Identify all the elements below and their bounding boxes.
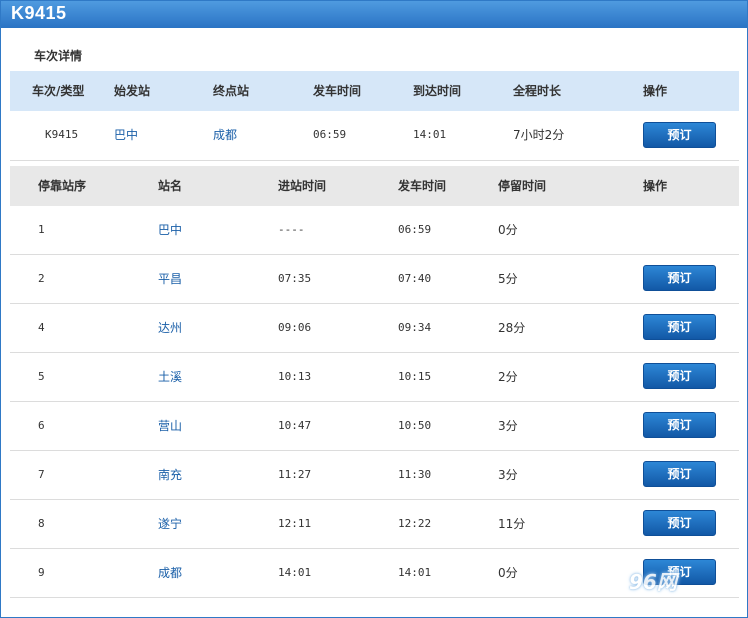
depart-time: 10:15 [398, 370, 432, 383]
station-name-link[interactable]: 成都 [158, 565, 182, 581]
header-destination: 终点站 [213, 84, 250, 98]
depart-time: 06:59 [313, 128, 347, 141]
book-button[interactable]: 预订 [643, 265, 716, 291]
row-divider [10, 303, 739, 304]
header-stop-seq: 停靠站序 [38, 179, 87, 193]
arrive-time: 14:01 [278, 566, 312, 579]
row-divider [10, 450, 739, 451]
header-arrive-time: 到达时间 [413, 84, 462, 98]
row-divider [10, 160, 739, 161]
watermark-text: 96网 [629, 570, 677, 594]
arrive-time: 09:06 [278, 321, 312, 334]
train-table-header: 车次/类型 始发站 终点站 发车时间 到达时间 全程时长 操作 [10, 71, 739, 111]
station-name-link[interactable]: 达州 [158, 320, 182, 336]
header-action: 操作 [643, 84, 668, 98]
row-divider [10, 401, 739, 402]
arrive-time: 10:13 [278, 370, 312, 383]
stop-seq: 2 [38, 272, 45, 285]
header-station: 站名 [158, 179, 183, 193]
arrive-time: 10:47 [278, 419, 312, 432]
stay-time: 2分 [498, 370, 518, 384]
stops-table-header: 停靠站序 站名 进站时间 发车时间 停留时间 操作 [10, 166, 739, 206]
row-divider [10, 548, 739, 549]
row-divider [10, 499, 739, 500]
depart-time: 12:22 [398, 517, 432, 530]
stay-time: 11分 [498, 517, 526, 531]
arrive-time: 12:11 [278, 517, 312, 530]
book-button[interactable]: 预订 [643, 412, 716, 438]
stay-time: 0分 [498, 223, 518, 237]
depart-time: 07:40 [398, 272, 432, 285]
train-number: K9415 [45, 128, 79, 141]
header-arrive-time: 进站时间 [278, 179, 327, 193]
stay-time: 28分 [498, 321, 526, 335]
header-action: 操作 [643, 179, 668, 193]
header-train-type: 车次/类型 [32, 84, 85, 98]
destination-station-link[interactable]: 成都 [213, 127, 237, 143]
station-name-link[interactable]: 巴中 [158, 222, 182, 238]
header-duration: 全程时长 [513, 84, 562, 98]
book-button[interactable]: 预订 [643, 314, 716, 340]
depart-time: 06:59 [398, 223, 432, 236]
stay-time: 3分 [498, 468, 518, 482]
station-name-link[interactable]: 平昌 [158, 271, 182, 287]
duration: 7小时2分 [513, 128, 565, 142]
book-button[interactable]: 预订 [643, 510, 716, 536]
arrive-time: ---- [278, 223, 305, 236]
stop-seq: 9 [38, 566, 45, 579]
title-bar: K9415 [1, 1, 747, 28]
stop-seq: 5 [38, 370, 45, 383]
book-button[interactable]: 预订 [643, 122, 716, 148]
row-divider [10, 352, 739, 353]
stop-seq: 7 [38, 468, 45, 481]
stop-seq: 6 [38, 419, 45, 432]
header-depart-time: 发车时间 [313, 84, 362, 98]
row-divider [10, 254, 739, 255]
depart-time: 11:30 [398, 468, 432, 481]
station-name-link[interactable]: 土溪 [158, 369, 182, 385]
stay-time: 0分 [498, 566, 518, 580]
arrive-time: 07:35 [278, 272, 312, 285]
header-origin: 始发站 [114, 84, 151, 98]
arrive-time: 14:01 [413, 128, 447, 141]
stay-time: 3分 [498, 419, 518, 433]
train-detail-window: K9415 车次详情 车次/类型 始发站 终点站 发车时间 到达时间 全程时长 … [0, 0, 748, 618]
station-name-link[interactable]: 营山 [158, 418, 182, 434]
depart-time: 10:50 [398, 419, 432, 432]
stop-seq: 1 [38, 223, 45, 236]
station-name-link[interactable]: 南充 [158, 467, 182, 483]
page-title: K9415 [11, 3, 67, 23]
depart-time: 14:01 [398, 566, 432, 579]
station-name-link[interactable]: 遂宁 [158, 516, 182, 532]
site-watermark: 96网 [607, 560, 717, 600]
section-title: 车次详情 [34, 49, 83, 63]
arrive-time: 11:27 [278, 468, 312, 481]
stop-seq: 4 [38, 321, 45, 334]
stop-seq: 8 [38, 517, 45, 530]
header-depart-time: 发车时间 [398, 179, 447, 193]
origin-station-link[interactable]: 巴中 [114, 127, 138, 143]
depart-time: 09:34 [398, 321, 432, 334]
header-stay-time: 停留时间 [498, 179, 547, 193]
book-button[interactable]: 预订 [643, 461, 716, 487]
book-button[interactable]: 预订 [643, 363, 716, 389]
stay-time: 5分 [498, 272, 518, 286]
